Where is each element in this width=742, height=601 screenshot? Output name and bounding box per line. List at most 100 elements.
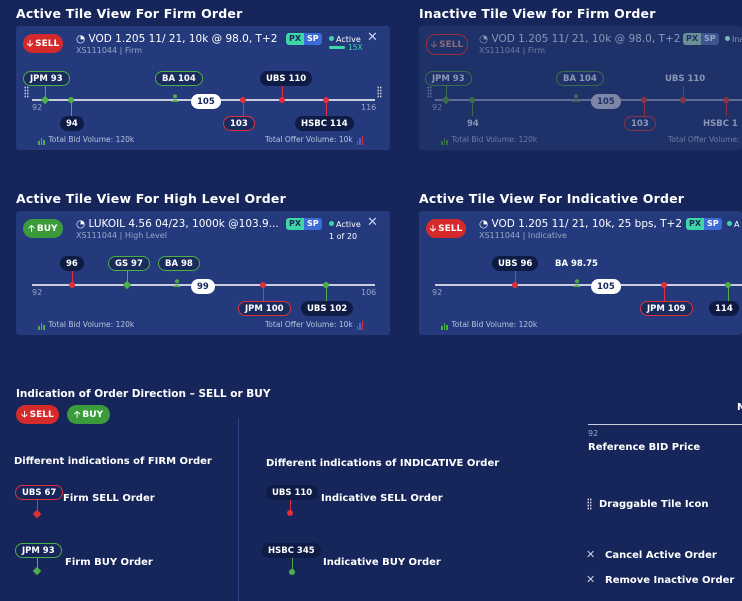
instrument-name: ◔ VOD 1.205 11/ 21, 10k, 25 bps, T+2 <box>479 218 683 230</box>
order-tile-active-firm[interactable]: 🡣 SELL ◔ VOD 1.205 11/ 21, 10k @ 98.0, T+… <box>16 26 390 150</box>
sell-direction-button[interactable]: 🡣 SELL <box>23 34 63 53</box>
tick-min: 92 <box>32 103 43 112</box>
bid-volume-icon <box>38 321 46 330</box>
order-marker <box>240 97 246 103</box>
order-tag[interactable]: UBS 96 <box>492 256 539 271</box>
person-icon <box>173 272 181 287</box>
status-label: A <box>727 220 739 229</box>
arrow-down-icon: 🡣 <box>430 39 438 50</box>
total-bid-volume: Total Bid Volume: 120k <box>38 320 134 330</box>
tick-min: 92 <box>32 288 43 297</box>
order-tag[interactable]: BA 98 <box>158 256 200 271</box>
order-marker <box>641 97 647 103</box>
order-tag: HSBC 1 <box>703 118 738 129</box>
firm-buy-label: Firm BUY Order <box>65 557 153 568</box>
legend-marker <box>287 510 293 516</box>
bond-icon: ◔ <box>76 33 89 45</box>
px-sp-toggle[interactable]: PX SP <box>686 218 722 230</box>
bond-icon: ◔ <box>479 33 492 45</box>
reference-bid-price: 105 <box>591 279 621 294</box>
sp-toggle[interactable]: SP <box>304 33 322 45</box>
sell-direction-button[interactable]: 🡣 SELL <box>426 219 466 238</box>
tile-section-title: Inactive Tile View for Firm Order <box>419 6 656 21</box>
price-ladder-track <box>435 99 742 101</box>
arrow-up-icon: 🡡 <box>28 223 35 234</box>
legend-ind-sell-tag: UBS 110 <box>266 485 319 500</box>
legend-divider <box>238 418 239 601</box>
isin-label: XS111044 | Indicative <box>479 231 567 240</box>
reference-bid-price: 99 <box>191 279 215 294</box>
tick-max: 116 <box>361 103 377 112</box>
order-tag[interactable]: BA 104 <box>155 71 203 86</box>
sp-toggle[interactable]: SP <box>704 218 722 230</box>
total-bid-volume: Total Bid Volume: 120k <box>441 135 537 145</box>
order-tag[interactable]: 114 <box>709 301 739 316</box>
ind-sell-label: Indicative SELL Order <box>321 493 443 504</box>
instrument-name: ◔ VOD 1.205 11/ 21, 10k @ 98.0, T+2 <box>479 33 681 45</box>
firm-legend-title: Different indications of FIRM Order <box>14 456 212 467</box>
order-tag: 103 <box>624 116 656 131</box>
order-tag[interactable]: UBS 110 <box>260 71 313 86</box>
offer-volume-icon <box>356 136 365 145</box>
order-tag[interactable]: JPM 93 <box>23 71 70 86</box>
drag-handle-left-icon[interactable] <box>24 86 29 98</box>
order-tile-inactive-firm[interactable]: 🡣 SELL ◔ VOD 1.205 11/ 21, 10k @ 98.0, T+… <box>419 26 742 150</box>
order-tag: 94 <box>467 118 479 129</box>
px-toggle[interactable]: PX <box>686 218 705 230</box>
order-tag[interactable]: 96 <box>60 256 84 271</box>
cut-off-label: N <box>737 402 742 413</box>
order-tag: BA 104 <box>556 71 604 86</box>
tile-section-title: Active Tile View For Firm Order <box>16 6 243 21</box>
order-marker <box>260 282 266 288</box>
px-toggle[interactable]: PX <box>286 33 305 45</box>
legend-buy-button: 🡡 BUY <box>67 405 110 424</box>
bid-volume-icon <box>441 321 449 330</box>
arrow-down-icon: 🡣 <box>26 38 34 49</box>
person-icon <box>572 87 580 102</box>
order-marker <box>723 97 729 103</box>
legend-marker <box>32 566 42 576</box>
drag-handle-right-icon[interactable] <box>377 86 382 98</box>
status-label: Ina <box>725 35 742 44</box>
drag-handle-icon <box>587 498 592 510</box>
close-icon[interactable]: ✕ <box>367 30 378 45</box>
order-tag[interactable]: JPM 100 <box>238 301 291 316</box>
buy-direction-button[interactable]: 🡡 BUY <box>23 219 63 238</box>
drag-handle-left-icon[interactable] <box>427 86 432 98</box>
cancel-active-label: Cancel Active Order <box>605 550 717 561</box>
status-dot-icon <box>329 36 334 41</box>
offer-volume-icon <box>356 321 365 330</box>
order-tile-indicative[interactable]: 🡣 SELL ◔ VOD 1.205 11/ 21, 10k, 25 bps, T… <box>419 211 742 335</box>
instrument-name: ◔ LUKOIL 4.56 04/23, 1000k @103.9... <box>76 218 279 230</box>
order-tag[interactable]: 103 <box>223 116 255 131</box>
order-tag[interactable]: JPM 109 <box>640 301 693 316</box>
direction-legend-title: Indication of Order Direction – SELL or … <box>16 388 271 400</box>
order-marker <box>441 95 451 105</box>
sp-toggle[interactable]: SP <box>304 218 322 230</box>
price-ladder-track <box>435 284 742 286</box>
order-marker <box>512 282 518 288</box>
reference-bid-label: Reference BID Price <box>588 442 701 453</box>
status-dot-icon <box>329 221 334 226</box>
instrument-name: ◔ VOD 1.205 11/ 21, 10k @ 98.0, T+2 <box>76 33 278 45</box>
px-sp-toggle[interactable]: PX SP <box>286 33 322 45</box>
order-tag[interactable]: HSBC 114 <box>295 116 354 131</box>
status-dot-icon <box>725 36 730 41</box>
order-tag[interactable]: UBS 102 <box>301 301 354 316</box>
px-toggle[interactable]: PX <box>286 218 305 230</box>
bond-icon: ◔ <box>76 218 89 230</box>
px-sp-toggle[interactable]: PX SP <box>286 218 322 230</box>
total-bid-volume: Total Bid Volume: 120k <box>441 320 537 330</box>
reference-bid-price: 105 <box>591 94 621 109</box>
order-tag[interactable]: BA 98.75 <box>549 256 604 271</box>
person-icon <box>171 87 179 102</box>
legend-ref-tick: 92 <box>588 429 599 438</box>
order-tile-high-level[interactable]: 🡡 BUY ◔ LUKOIL 4.56 04/23, 1000k @103.9..… <box>16 211 390 335</box>
status-label: Active <box>329 220 361 229</box>
order-tag[interactable]: GS 97 <box>108 256 150 271</box>
legend-firm-buy-tag: JPM 93 <box>15 543 62 558</box>
order-tag[interactable]: 94 <box>60 116 84 131</box>
close-icon[interactable]: ✕ <box>367 215 378 230</box>
total-bid-volume: Total Bid Volume: 120k <box>38 135 134 145</box>
remove-inactive-label: Remove Inactive Order <box>605 575 735 586</box>
